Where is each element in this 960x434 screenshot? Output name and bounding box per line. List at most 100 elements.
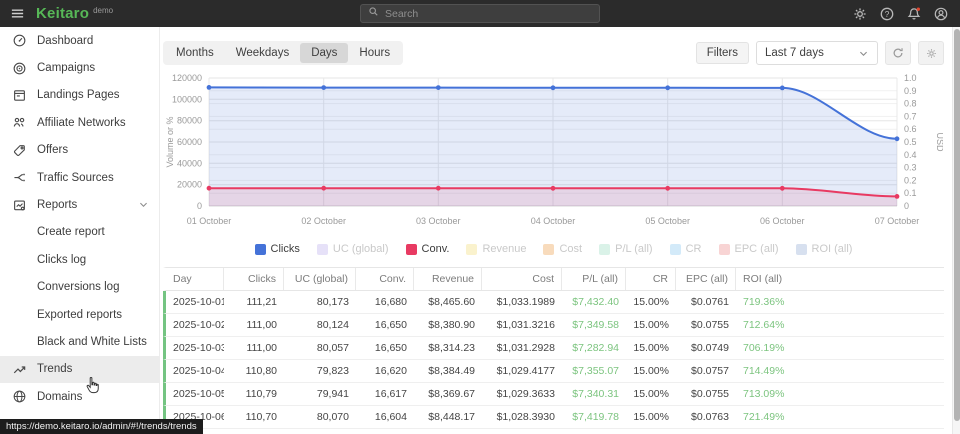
tab-weekdays[interactable]: Weekdays: [225, 43, 300, 63]
table-row-clipped: [163, 429, 944, 432]
legend-item-cost[interactable]: Cost: [543, 243, 582, 255]
sidebar-item-traffic-sources[interactable]: Traffic Sources: [0, 164, 159, 191]
date-range-select[interactable]: Last 7 days: [756, 41, 878, 65]
legend-color-chip: [670, 244, 681, 255]
search-input[interactable]: [385, 8, 585, 20]
sidebar-item-label: Domains: [37, 391, 82, 403]
cell-conv: 16,680: [356, 296, 414, 308]
legend-item-revenue[interactable]: Revenue: [466, 243, 526, 255]
search-box[interactable]: [360, 4, 600, 23]
sidebar-item-label: Dashboard: [37, 35, 93, 47]
sidebar-item-label: Affiliate Networks: [37, 117, 126, 129]
svg-text:0: 0: [197, 201, 202, 211]
page-scrollbar: [952, 27, 960, 434]
legend-item-cr[interactable]: CR: [670, 243, 702, 255]
cell-epc-all: $0.0755: [676, 319, 736, 331]
svg-text:?: ?: [885, 9, 890, 19]
column-header-day: Day: [166, 268, 224, 290]
cell-epc-all: $0.0761: [676, 296, 736, 308]
svg-text:0.7: 0.7: [904, 111, 917, 121]
sidebar-item-create-report[interactable]: Create report: [0, 219, 159, 246]
cell-roi-all: 714.49%: [736, 365, 944, 377]
help-icon[interactable]: ?: [878, 5, 896, 23]
tab-days[interactable]: Days: [300, 43, 348, 63]
tab-months[interactable]: Months: [165, 43, 225, 63]
sidebar-item-domains[interactable]: Domains: [0, 383, 159, 410]
sidebar-item-reports[interactable]: Reports: [0, 191, 159, 218]
sidebar-item-exported-reports[interactable]: Exported reports: [0, 301, 159, 328]
hamburger-menu-icon[interactable]: [4, 0, 30, 27]
cell-cost: $1,029.4177: [482, 365, 562, 377]
svg-text:0.4: 0.4: [904, 150, 917, 160]
sidebar-item-label: Reports: [37, 199, 77, 211]
chevron-down-icon: [858, 48, 869, 59]
legend-label: Clicks: [271, 243, 300, 255]
dashboard-icon: [12, 33, 28, 49]
svg-text:05 October: 05 October: [645, 216, 690, 226]
legend-label: EPC (all): [735, 243, 779, 255]
sidebar-item-label: Conversions log: [37, 281, 119, 293]
sidebar-item-label: Campaigns: [37, 62, 95, 74]
legend-item-roi-all[interactable]: ROI (all): [796, 243, 853, 255]
sidebar-item-landings-pages[interactable]: Landings Pages: [0, 82, 159, 109]
sidebar: Dashboard Campaigns Landings Pages Affiliat…: [0, 27, 160, 434]
column-header-p-l-all: P/L (all): [562, 268, 626, 290]
cell-cr: 15.00%: [626, 296, 676, 308]
tab-hours[interactable]: Hours: [348, 43, 401, 63]
sidebar-item-offers[interactable]: Offers: [0, 137, 159, 164]
cell-day: 2025-10-03: [166, 342, 224, 354]
legend-item-conv[interactable]: Conv.: [406, 243, 450, 255]
cell-roi-all: 713.09%: [736, 388, 944, 400]
column-header-uc-global: UC (global): [284, 268, 356, 290]
sidebar-item-label: Trends: [37, 363, 72, 375]
scrollbar-thumb[interactable]: [954, 29, 960, 421]
svg-text:02 October: 02 October: [301, 216, 346, 226]
svg-text:03 October: 03 October: [416, 216, 461, 226]
legend-item-uc-global[interactable]: UC (global): [317, 243, 389, 255]
cell-day: 2025-10-01: [166, 296, 224, 308]
legend-color-chip: [466, 244, 477, 255]
account-icon[interactable]: [932, 5, 950, 23]
svg-text:0.8: 0.8: [904, 99, 917, 109]
sidebar-item-black-and-white-lists[interactable]: Black and White Lists: [0, 328, 159, 355]
svg-text:04 October: 04 October: [531, 216, 576, 226]
sidebar-item-clicks-log[interactable]: Clicks log: [0, 246, 159, 273]
sidebar-item-conversions-log[interactable]: Conversions log: [0, 274, 159, 301]
reports-icon: [12, 197, 28, 213]
cell-cr: 15.00%: [626, 365, 676, 377]
cell-uc-global: 79,823: [284, 365, 356, 377]
app-logo[interactable]: Keitaro: [36, 5, 89, 22]
svg-text:0: 0: [904, 201, 909, 211]
topbar: Keitaro demo ?: [0, 0, 960, 27]
bell-icon[interactable]: [905, 5, 923, 23]
chevron-down-icon: [138, 199, 149, 210]
refresh-button[interactable]: [885, 41, 911, 65]
sidebar-item-trends[interactable]: Trends: [0, 356, 159, 383]
sidebar-item-dashboard[interactable]: Dashboard: [0, 27, 159, 54]
sidebar-item-label: Traffic Sources: [37, 172, 114, 184]
sidebar-item-affiliate-networks[interactable]: Affiliate Networks: [0, 109, 159, 136]
controls-row: MonthsWeekdaysDaysHours Filters Last 7 d…: [163, 41, 944, 65]
cell-clicks: 110,70: [224, 411, 284, 423]
chart-settings-button[interactable]: [918, 41, 944, 65]
filters-button[interactable]: Filters: [696, 42, 749, 64]
sidebar-item-label: Exported reports: [37, 309, 122, 321]
cell-cost: $1,033.1989: [482, 296, 562, 308]
svg-text:80000: 80000: [177, 116, 202, 126]
link-url-statusbar: https://demo.keitaro.io/admin/#!/trends/…: [0, 419, 203, 434]
affiliate-icon: [12, 115, 28, 131]
svg-text:100000: 100000: [172, 94, 202, 104]
cell-conv: 16,617: [356, 388, 414, 400]
legend-item-p-l-all[interactable]: P/L (all): [599, 243, 653, 255]
gear-icon[interactable]: [851, 5, 869, 23]
cell-day: 2025-10-02: [166, 319, 224, 331]
legend-item-epc-all[interactable]: EPC (all): [719, 243, 779, 255]
sidebar-item-label: Black and White Lists: [37, 336, 147, 348]
cell-uc-global: 79,941: [284, 388, 356, 400]
cell-conv: 16,650: [356, 319, 414, 331]
landings-icon: [12, 87, 28, 103]
legend-color-chip: [796, 244, 807, 255]
legend-item-clicks[interactable]: Clicks: [255, 243, 300, 255]
cell-revenue: $8,369.67: [414, 388, 482, 400]
sidebar-item-campaigns[interactable]: Campaigns: [0, 54, 159, 81]
